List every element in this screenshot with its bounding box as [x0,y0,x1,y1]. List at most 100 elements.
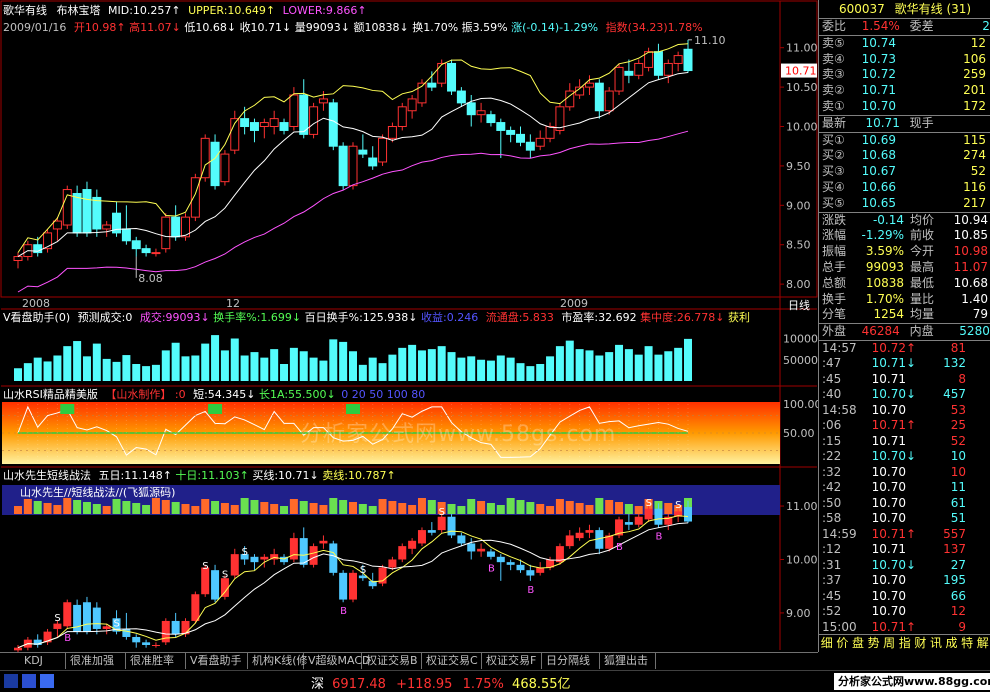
ss-name[interactable]: 山水先生短线战法 [3,469,91,482]
quote-tab[interactable]: 价 [835,635,851,652]
ss-strength-bar [536,504,544,514]
period-label[interactable]: 日线 [788,297,810,313]
indicator-tab[interactable]: 很准胜率 [126,653,186,669]
candle-body [487,115,495,123]
ss-buy-signal: B [488,563,495,574]
tick-price: 10.70 [862,465,906,481]
quote-tab[interactable]: 周 [881,635,897,652]
buy-row[interactable]: 买⑤10.65217 [819,196,990,212]
weibi-label: 委比 [822,19,856,35]
tick-time: :52 [822,604,862,620]
candle-body [398,107,406,127]
buy-row[interactable]: 买①10.69115 [819,133,990,149]
tick-row[interactable]: :1210.71137 [819,542,990,558]
tick-row[interactable]: :2210.70↓10 [819,449,990,465]
tick-row[interactable]: :4510.718 [819,372,990,388]
indicator-tab[interactable]: 狐狸出击 [600,653,656,669]
tick-row[interactable]: :4010.70↓457 [819,387,990,403]
chart-area[interactable]: 11.0010.5010.009.509.008.508.0011.108.08… [0,0,818,652]
indicator-tab[interactable]: 机构K线(修 [248,653,304,669]
app-icon-2[interactable] [22,674,36,688]
buy-book: 买①10.69115买②10.68274买③10.6752买④10.66116买… [819,133,990,212]
indicator-tab[interactable]: 权证交易F [482,653,542,669]
ss-strength-bar [566,501,574,514]
lower-value: LOWER:9.866↑ [283,4,367,17]
tick-row[interactable]: :1510.7152 [819,434,990,450]
volume-bar [329,339,337,381]
indicator-tab[interactable]: 权证交易B [362,653,422,669]
tick-row[interactable]: 14:5710.72↑81 [819,341,990,357]
rsi-name[interactable]: 山水RSI精品精美版 [3,388,98,401]
quote-tab[interactable]: 成 [944,635,960,652]
ss-body [497,557,505,562]
tick-row[interactable]: :3710.70195 [819,573,990,589]
ss-strength-bar [132,503,140,514]
tick-row[interactable]: 14:5810.7053 [819,403,990,419]
tick-row[interactable]: 14:5910.71↑557 [819,527,990,543]
tick-row[interactable]: :5210.7012 [819,604,990,620]
quote-tab[interactable]: 解 [975,635,990,652]
tick-row[interactable]: :4710.71↓132 [819,356,990,372]
indicator-tab[interactable]: 很准加强 [66,653,126,669]
rsi-long: 长1A:55.500↓ [259,388,336,401]
candle-body [517,134,525,142]
quote-tab[interactable]: 指 [897,635,913,652]
tick-row[interactable]: :0610.71↑25 [819,418,990,434]
sell-row[interactable]: 卖①10.70172 [819,99,990,115]
stat-label: 涨幅 [822,228,856,244]
ss-tick-label: 9.00 [786,607,811,620]
ss-tick-label: 10.00 [786,553,818,566]
sell-row[interactable]: 卖④10.73106 [819,52,990,68]
tick-row[interactable]: :3210.7010 [819,465,990,481]
indicator-name[interactable]: 布林宝塔 [57,4,101,17]
ss-strength-bar [487,503,495,514]
tick-time: :42 [822,480,862,496]
price-tick-label: 8.00 [786,278,811,291]
quote-tab[interactable]: 势 [866,635,882,652]
ss-body [83,602,91,631]
tick-time: 14:59 [822,527,862,543]
ss-body [526,570,534,575]
ss-body [250,557,258,562]
tick-price: 10.71 [862,372,906,388]
sell-row[interactable]: 卖⑤10.7412 [819,36,990,52]
app-icon-3[interactable] [40,674,54,688]
sell-row[interactable]: 卖③10.72259 [819,67,990,83]
ss-buy-signal: B [616,542,623,553]
tick-list[interactable]: 14:5710.72↑81:4710.71↓132:4510.718:4010.… [819,341,990,636]
candle-body [684,49,692,70]
info-low: 低10.68↓ [184,21,236,34]
buy-row[interactable]: 买④10.66116 [819,180,990,196]
tick-row[interactable]: :4210.7011 [819,480,990,496]
candle-body [152,253,160,254]
indicator-tab[interactable]: V看盘助手 [186,653,248,669]
sell-price: 10.73 [856,52,896,68]
indicator-tab[interactable]: V超级MACD [304,653,362,669]
tick-row[interactable]: :4510.7066 [819,589,990,605]
sell-row[interactable]: 卖②10.71201 [819,83,990,99]
app-icon[interactable] [4,674,18,688]
tick-volume: 25 [918,418,966,434]
ss-body [211,570,219,599]
tick-row[interactable]: :5810.7051 [819,511,990,527]
site-badge[interactable]: 分析家公式网www.88gg.com [834,673,990,690]
buy-label: 买② [822,148,856,164]
market-amount: 468.55亿 [512,677,571,692]
tick-row[interactable]: :3110.70↓27 [819,558,990,574]
weicha-value: 23 [947,19,990,35]
quote-tab[interactable]: 讯 [928,635,944,652]
buy-row[interactable]: 买③10.6752 [819,164,990,180]
quote-tab[interactable]: 特 [959,635,975,652]
indicator-tab[interactable]: 日分隔线 [542,653,600,669]
vol-ind-name[interactable]: V看盘助手(0) [3,311,70,324]
buy-row[interactable]: 买②10.68274 [819,148,990,164]
sell-volume: 259 [896,67,986,83]
quote-tab[interactable]: 盘 [850,635,866,652]
volume-bar [310,358,318,381]
tick-row[interactable]: :5010.7061 [819,496,990,512]
indicator-tab[interactable]: 权证交易C [422,653,482,669]
quote-tab[interactable]: 财 [913,635,929,652]
quote-tab[interactable]: 细 [819,635,835,652]
indicator-tab[interactable]: KDJ [0,653,66,669]
price-tick-label: 11.00 [786,42,818,55]
